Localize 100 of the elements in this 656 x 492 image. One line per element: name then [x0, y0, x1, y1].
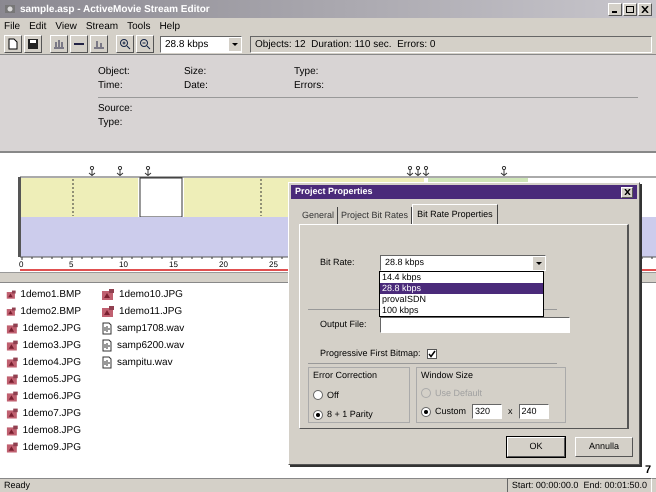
zoom-in-icon[interactable]	[116, 35, 134, 53]
menu-item[interactable]: File	[4, 18, 20, 34]
file-name[interactable]: 1demo1.BMP	[20, 287, 81, 302]
dropdown-option[interactable]: 14.4 kbps	[380, 272, 543, 283]
info-label: Type:	[98, 116, 124, 130]
radio-label: Off	[327, 388, 339, 402]
zoom-out-icon[interactable]	[136, 35, 154, 53]
image-file-icon	[6, 374, 19, 386]
summary-field: Objects: 12 Duration: 110 sec. Errors: 0	[250, 36, 652, 52]
file-name[interactable]: 1demo10.JPG	[119, 287, 183, 302]
output-file-field[interactable]	[380, 317, 570, 333]
image-file-icon	[101, 306, 115, 318]
caret-icon	[229, 38, 241, 50]
file-name[interactable]: 1demo3.JPG	[22, 338, 81, 353]
dialog-title: Project Properties	[295, 185, 373, 198]
dropdown-option[interactable]: 28.8 kbps	[380, 283, 543, 294]
tab[interactable]: Bit Rate Properties	[412, 204, 498, 224]
document-icon	[101, 356, 113, 369]
image-file-icon	[6, 288, 16, 300]
window-title: sample.asp - ActiveMovie Stream Editor	[20, 2, 210, 16]
radio-label: Custom	[435, 404, 466, 418]
file-name[interactable]: 1demo2.BMP	[20, 304, 81, 319]
ruler-label: 15	[169, 260, 178, 269]
file-name[interactable]: 1demo4.JPG	[22, 355, 81, 370]
info-label: Errors:	[294, 79, 325, 93]
radio-button[interactable]	[313, 390, 323, 400]
close-button[interactable]	[621, 186, 633, 198]
image-file-icon	[6, 390, 19, 402]
info-label: Object:	[98, 65, 131, 79]
image-file-icon	[6, 424, 19, 436]
menu-item[interactable]: Stream	[86, 18, 118, 34]
radio-button[interactable]	[313, 410, 323, 420]
image-file-icon	[6, 306, 16, 318]
document-icon	[101, 322, 113, 335]
close-button[interactable]	[638, 2, 652, 16]
file-name[interactable]: 1demo9.JPG	[22, 440, 81, 455]
menu-item[interactable]: View	[55, 18, 77, 34]
marker-icon	[116, 166, 124, 176]
bitrate-dropdown[interactable]: 28.8 kbps	[160, 36, 242, 52]
minimize-button[interactable]	[608, 2, 622, 16]
file-name[interactable]: samp6200.wav	[117, 338, 184, 353]
image-file-icon	[6, 408, 19, 420]
dropdown-option[interactable]: 100 kbps	[380, 305, 543, 316]
ruler-label: 0	[19, 260, 24, 269]
marker-icon	[144, 166, 152, 176]
info-label: Source:	[98, 102, 134, 116]
marker-icon	[500, 166, 508, 176]
maximize-button[interactable]	[623, 2, 637, 16]
progressive-label: Progressive First Bitmap:	[320, 347, 421, 360]
radio-button[interactable]	[421, 406, 431, 416]
file-name[interactable]: samp1708.wav	[117, 321, 184, 336]
menu-item[interactable]: Tools	[127, 18, 150, 34]
image-file-icon	[101, 288, 115, 300]
file-name[interactable]: 1demo8.JPG	[22, 423, 81, 438]
new-file-icon[interactable]	[4, 35, 22, 53]
save-icon[interactable]	[24, 35, 42, 53]
group-title: Error Correction	[313, 369, 378, 382]
status-time: Start: 00:00:00.0 End: 00:01:50.0	[506, 478, 652, 492]
file-name[interactable]: 1demo7.JPG	[22, 406, 81, 421]
image-file-icon	[6, 442, 19, 454]
file-name[interactable]: 1demo6.JPG	[22, 389, 81, 404]
status-text: Ready	[4, 478, 30, 492]
file-name[interactable]: 1demo2.JPG	[22, 321, 81, 336]
close-icon	[624, 189, 630, 195]
bit-rate-label: Bit Rate:	[320, 256, 356, 270]
radio-label: 8 + 1 Parity	[327, 408, 373, 421]
file-name[interactable]: sampitu.wav	[117, 355, 173, 370]
info-label: Size:	[184, 65, 208, 79]
info-label: Date:	[184, 79, 209, 93]
close-icon	[641, 6, 649, 12]
page-number: 7	[645, 463, 652, 478]
file-name[interactable]: 1demo11.JPG	[119, 304, 182, 319]
menu-item[interactable]: Edit	[29, 18, 46, 34]
app-icon	[4, 3, 16, 15]
image-file-icon	[6, 340, 19, 352]
bit-rate-dropdown[interactable]: 28.8 kbps	[380, 255, 546, 271]
group-title: Window Size	[421, 369, 474, 382]
height-field[interactable]: 240	[518, 404, 549, 419]
ruler-label: 5	[69, 260, 74, 269]
marker-icon	[88, 166, 96, 176]
tab[interactable]: General	[299, 207, 338, 224]
info-label: Type:	[294, 65, 320, 79]
times-sign: x	[508, 404, 513, 418]
image-file-icon	[6, 356, 19, 368]
document-icon	[101, 339, 113, 352]
dialog-button[interactable]: OK	[507, 437, 565, 457]
image-file-icon	[6, 322, 19, 334]
dropdown-option[interactable]: provaISDN	[380, 294, 543, 305]
info-label: Time:	[98, 79, 124, 93]
file-name[interactable]: 1demo5.JPG	[22, 372, 81, 387]
output-file-label: Output File:	[320, 318, 368, 332]
timeline-icon[interactable]	[90, 35, 108, 53]
width-field[interactable]: 320	[472, 404, 502, 419]
ruler-label: 10	[119, 260, 128, 269]
menu-item[interactable]: Help	[159, 18, 180, 34]
checkbox[interactable]	[426, 348, 437, 359]
ruler-label: 20	[219, 260, 228, 269]
dialog-button[interactable]: Annulla	[575, 437, 633, 457]
timeline-icon[interactable]	[50, 35, 68, 53]
maximize-icon	[626, 6, 634, 12]
